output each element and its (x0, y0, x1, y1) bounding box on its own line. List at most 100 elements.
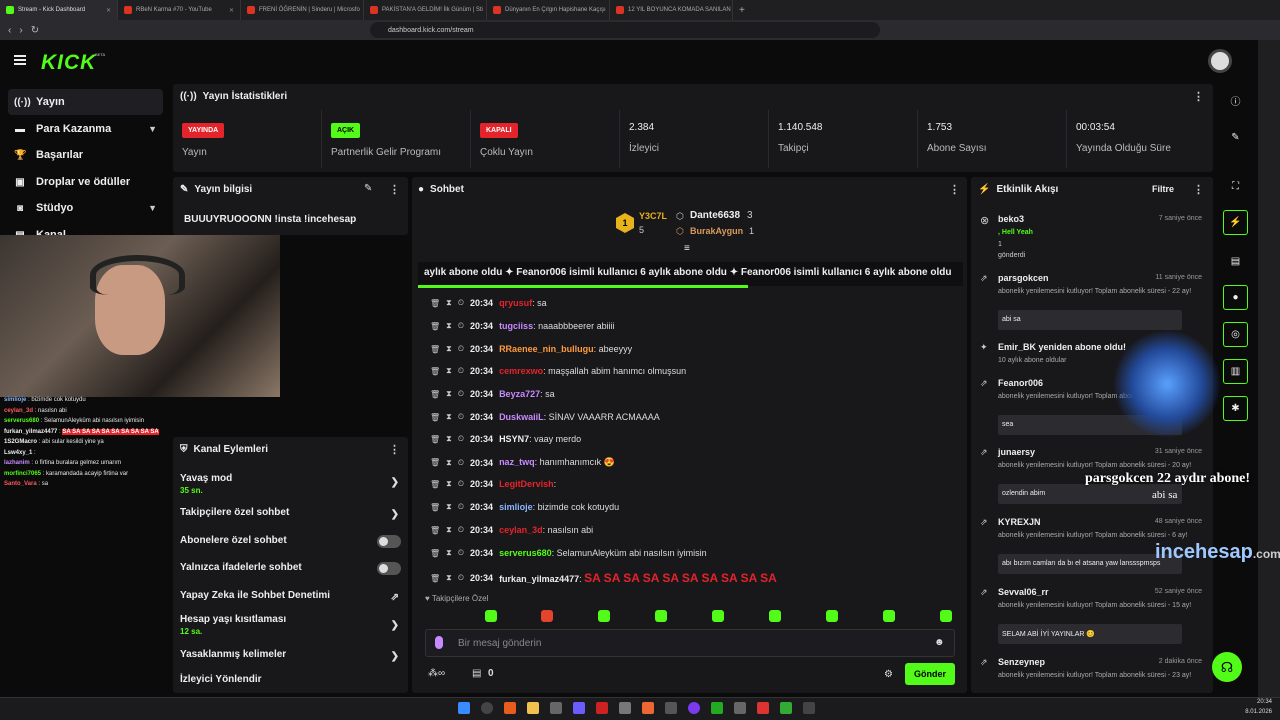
app-icon[interactable] (734, 702, 746, 714)
reload-icon[interactable]: ↻ (31, 25, 39, 36)
timeout-icon[interactable]: ⧗ (446, 366, 452, 376)
expand-icon[interactable]: ⛶ (1223, 174, 1248, 199)
ban-icon[interactable]: ⏲ (458, 389, 464, 399)
delete-icon[interactable]: 🗑 (430, 299, 440, 308)
app-icon[interactable] (780, 702, 792, 714)
browser-tab[interactable]: RBeN Karma #70 - YouTube ✕ (118, 0, 241, 20)
ai-moderation-setting[interactable]: Yapay Zeka ile Sohbet Denetimi ⇗ (180, 590, 405, 603)
hamburger-menu-icon[interactable] (14, 55, 26, 65)
timeout-icon[interactable]: ⧗ (446, 298, 452, 308)
delete-icon[interactable]: 🗑 (430, 413, 440, 422)
more-options-icon[interactable]: ⋮ (389, 183, 400, 196)
sidebar-item-yayin[interactable]: ((·)) Yayın (8, 89, 163, 115)
timeout-icon[interactable]: ⧗ (446, 412, 452, 422)
timeout-icon[interactable]: ⧗ (446, 434, 452, 444)
account-age-setting[interactable]: Hesap yaşı kısıtlaması 12 sa. ❯ (180, 614, 405, 636)
chat-username[interactable]: cemrexwo (499, 366, 543, 376)
subscribers-only-toggle[interactable] (377, 535, 401, 548)
ban-icon[interactable]: ⏲ (458, 344, 464, 354)
microphone-icon[interactable] (435, 636, 443, 649)
emoji-icon[interactable]: ☻ (934, 637, 945, 648)
browser-tab[interactable]: 12 YIL BOYUNCA KOMADA SANILAN✕ (610, 0, 733, 20)
emote-icon[interactable] (655, 610, 667, 622)
chat-username[interactable]: ceylan_3d (499, 525, 543, 535)
obs-icon[interactable] (665, 702, 677, 714)
chat-username[interactable]: Beyza727 (499, 389, 540, 399)
app-icon[interactable] (596, 702, 608, 714)
ban-icon[interactable]: ⏲ (458, 321, 464, 331)
emote-icon[interactable] (712, 610, 724, 622)
chat-username[interactable]: DuskwaiiL (499, 412, 544, 422)
browser-tab[interactable]: PAKİSTAN'A GELDİM! İlk Günüm | Sti✕ (364, 0, 487, 20)
host-viewers-setting[interactable]: İzleyici Yönlendir (180, 674, 405, 685)
timeout-icon[interactable]: ⧗ (446, 502, 452, 512)
delete-icon[interactable]: 🗑 (430, 526, 440, 535)
forward-icon[interactable]: › (19, 25, 22, 36)
ban-icon[interactable]: ⏲ (458, 434, 464, 444)
ban-icon[interactable]: ⏲ (458, 548, 464, 558)
ban-icon[interactable]: ⏲ (458, 412, 464, 422)
chat-username[interactable]: serverus680 (499, 548, 552, 558)
leader-name[interactable]: Dante6638 (690, 210, 740, 221)
support-headset-icon[interactable]: ☊ (1212, 652, 1242, 682)
emote-icon[interactable] (541, 610, 553, 622)
chat-username[interactable]: qryusuf (499, 298, 532, 308)
sidebar-item-studyo[interactable]: ◙ Stüdyo ▼ (8, 195, 163, 221)
browser-tab[interactable]: FRENİ ÖĞRENİN | Sinderu | Microsfo✕ (241, 0, 364, 20)
ban-icon[interactable]: ⏲ (458, 502, 464, 512)
edit-icon[interactable]: ✎ (364, 183, 372, 194)
timeout-icon[interactable]: ⧗ (446, 548, 452, 558)
delete-icon[interactable]: 🗑 (430, 345, 440, 354)
browser-tab[interactable]: Dünyanın En Çılgın Hapishane Kaçışı✕ (487, 0, 610, 20)
delete-icon[interactable]: 🗑 (430, 322, 440, 331)
filter-button[interactable]: Filtre (1152, 184, 1174, 194)
more-options-icon[interactable]: ⋮ (389, 443, 400, 456)
app-icon[interactable] (619, 702, 631, 714)
ban-icon[interactable]: ⏲ (458, 366, 464, 376)
notes-icon[interactable]: ▤ (1223, 249, 1248, 274)
delete-icon[interactable]: 🗑 (430, 390, 440, 399)
banned-words-setting[interactable]: Yasaklanmış kelimeler ❯ (180, 649, 405, 662)
chat-username[interactable]: RRaenee_nin_bullugu (499, 344, 594, 354)
delete-icon[interactable]: 🗑 (430, 458, 440, 467)
leader-name[interactable]: Y3C7L (639, 211, 667, 221)
delete-icon[interactable]: 🗑 (430, 549, 440, 558)
close-icon[interactable]: ✕ (106, 7, 111, 14)
ban-icon[interactable]: ⏲ (458, 458, 464, 468)
brave-icon[interactable] (504, 702, 516, 714)
timeout-icon[interactable]: ⧗ (446, 458, 452, 468)
leader-name[interactable]: BurakAygun (690, 226, 743, 236)
app-icon[interactable] (803, 702, 815, 714)
ban-icon[interactable]: ⏲ (458, 298, 464, 308)
chat-username[interactable]: HSYN7 (499, 434, 529, 444)
tool-icon[interactable]: ✱ (1223, 396, 1248, 421)
app-icon[interactable] (688, 702, 700, 714)
chat-username[interactable]: LegitDervish (499, 479, 554, 489)
tab-kick-dashboard[interactable]: Stream - Kick Dashboard ✕ (0, 0, 118, 20)
timeout-icon[interactable]: ⧗ (446, 525, 452, 535)
close-icon[interactable]: ✕ (229, 7, 234, 14)
emote-icon[interactable] (598, 610, 610, 622)
collapse-icon[interactable]: ≡ (684, 243, 690, 254)
emote-only-toggle[interactable] (377, 562, 401, 575)
delete-icon[interactable]: 🗑 (430, 367, 440, 376)
back-icon[interactable]: ‹ (8, 25, 11, 36)
sidebar-item-droplar[interactable]: ▣ Droplar ve ödüller (8, 169, 163, 195)
emote-icon[interactable] (485, 610, 497, 622)
layout-icon[interactable]: ▥ (1223, 359, 1248, 384)
edit-icon[interactable]: ✎ (1223, 125, 1248, 150)
ban-icon[interactable]: ⏲ (458, 479, 464, 489)
delete-icon[interactable]: 🗑 (430, 503, 440, 512)
send-button[interactable]: Gönder (905, 663, 955, 685)
store-icon[interactable]: ▤ (472, 668, 481, 679)
sidebar-item-basarilar[interactable]: 🏆 Başarılar (8, 142, 163, 168)
chat-bubble-icon[interactable]: ● (1223, 285, 1248, 310)
sidebar-item-para-kazanma[interactable]: ▬ Para Kazanma ▼ (8, 116, 163, 142)
app-icon[interactable] (642, 702, 654, 714)
more-options-icon[interactable]: ⋮ (1193, 183, 1204, 196)
avatar[interactable] (1208, 49, 1232, 73)
delete-icon[interactable]: 🗑 (430, 574, 440, 583)
app-icon[interactable] (550, 702, 562, 714)
ban-icon[interactable]: ⏲ (458, 573, 464, 583)
emote-icon[interactable] (883, 610, 895, 622)
